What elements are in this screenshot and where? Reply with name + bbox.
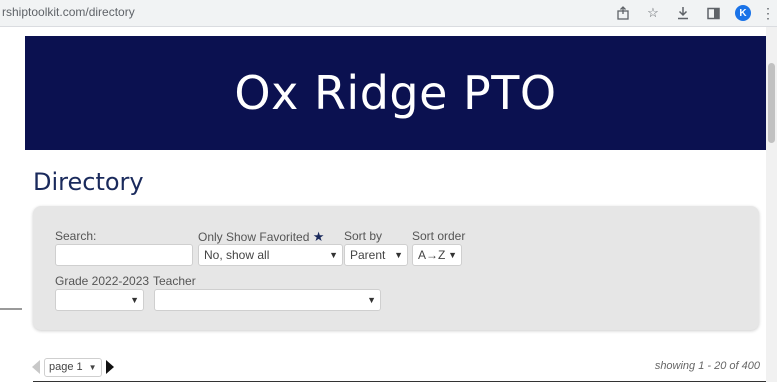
- chevron-down-icon: ▼: [394, 250, 403, 260]
- page-select[interactable]: page 1 ▼: [44, 357, 102, 377]
- grade-select[interactable]: ▼: [55, 289, 144, 311]
- sort-order-label: Sort order: [412, 229, 466, 243]
- chevron-down-icon: ▼: [448, 250, 457, 260]
- favorited-select[interactable]: No, show all ▼: [198, 244, 343, 266]
- sort-order-select-value: A→Z: [418, 248, 446, 262]
- teacher-select[interactable]: ▼: [154, 289, 381, 311]
- results-count: showing 1 - 20 of 400: [654, 360, 760, 372]
- page-select-value: page 1: [49, 361, 83, 373]
- share-icon[interactable]: [615, 5, 631, 21]
- grade-label: Grade 2022-2023: [55, 274, 150, 288]
- divider: [0, 308, 22, 310]
- search-label: Search:: [55, 229, 97, 243]
- browser-toolbar: rshiptoolkit.com/directory ☆ K ⋮: [0, 0, 777, 27]
- site-title: Ox Ridge PTO: [234, 66, 557, 120]
- left-margin: [0, 27, 15, 382]
- pagination: page 1 ▼: [32, 357, 114, 377]
- scroll-thumb[interactable]: [768, 63, 775, 143]
- sort-order-select[interactable]: A→Z ▼: [412, 244, 462, 266]
- address-bar[interactable]: rshiptoolkit.com/directory: [2, 5, 135, 19]
- chevron-down-icon: ▼: [88, 362, 97, 372]
- favorited-label: Only Show Favorited ★: [198, 229, 324, 245]
- favorited-label-text: Only Show Favorited: [198, 230, 310, 244]
- teacher-label: Teacher: [153, 274, 196, 288]
- favorited-select-value: No, show all: [204, 248, 270, 262]
- sort-by-select[interactable]: Parent ▼: [344, 244, 408, 266]
- search-input[interactable]: [55, 244, 193, 266]
- download-icon[interactable]: [675, 5, 691, 21]
- next-page-icon[interactable]: [105, 360, 114, 374]
- chevron-down-icon: ▼: [329, 250, 338, 260]
- star-icon: ★: [312, 229, 325, 244]
- sort-by-select-value: Parent: [350, 248, 386, 262]
- sort-by-label: Sort by: [344, 229, 383, 243]
- previous-page-icon[interactable]: [32, 360, 40, 374]
- toolbar-icons: ☆ K ⋮: [615, 3, 775, 23]
- more-icon[interactable]: ⋮: [761, 5, 775, 21]
- page-title: Directory: [33, 168, 144, 196]
- filter-panel: Search: Only Show Favorited ★ Sort by So…: [33, 206, 759, 330]
- sidepanel-icon[interactable]: [705, 5, 721, 21]
- chevron-down-icon: ▼: [367, 295, 376, 305]
- page-content: Ox Ridge PTO Directory Search: Only Show…: [25, 36, 766, 382]
- site-banner: Ox Ridge PTO: [25, 36, 766, 150]
- star-icon[interactable]: ☆: [645, 5, 661, 21]
- scrollbar[interactable]: [766, 27, 777, 382]
- chevron-down-icon: ▼: [130, 295, 139, 305]
- avatar[interactable]: K: [735, 5, 751, 21]
